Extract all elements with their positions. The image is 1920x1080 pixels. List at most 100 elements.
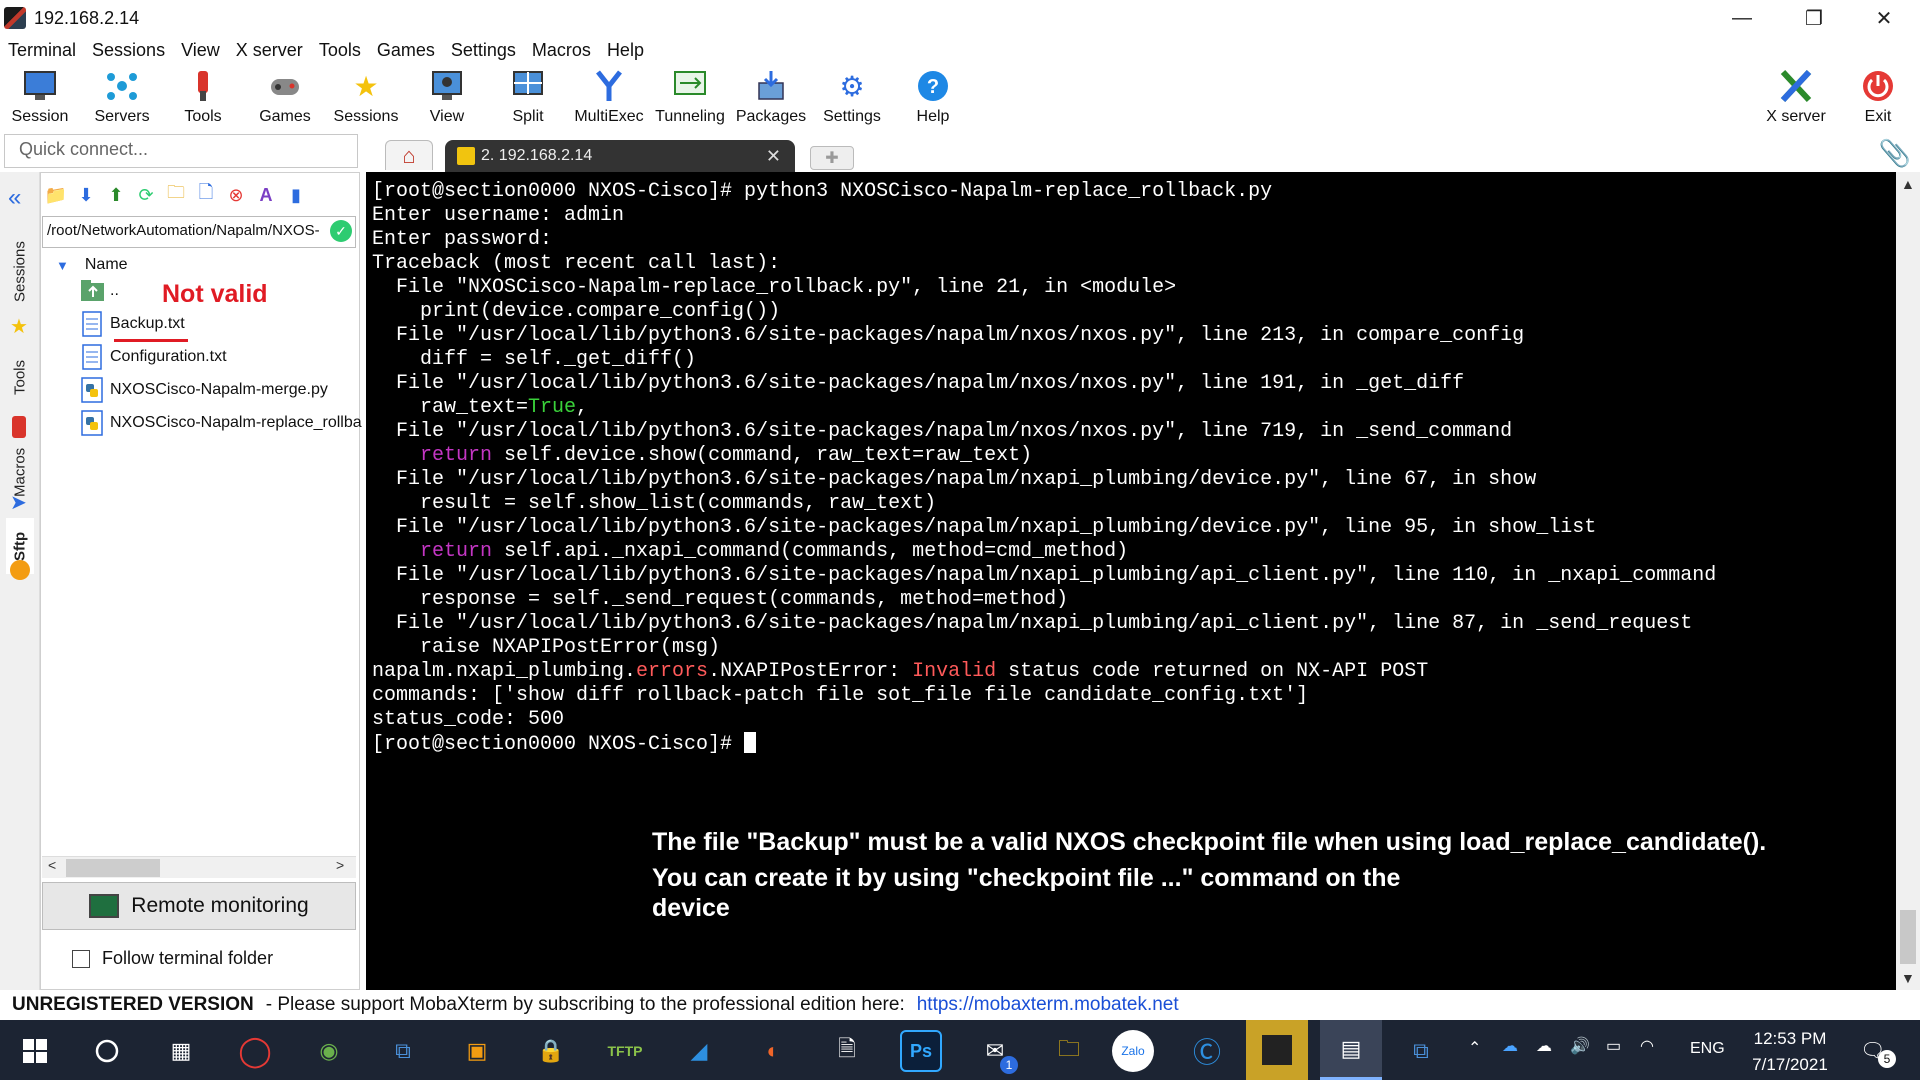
compass-icon[interactable]: ◐ [752, 1030, 794, 1072]
opera-icon[interactable]: ◯ [234, 1030, 276, 1072]
terminal-vertical-scrollbar[interactable]: ▲ ▼ [1896, 172, 1920, 990]
menu-tools[interactable]: Tools [311, 40, 369, 61]
menu-x-server[interactable]: X server [228, 40, 311, 61]
network-tool-icon[interactable]: ◉ [308, 1030, 350, 1072]
plus-icon: ✚ [825, 150, 839, 167]
tunneling-button[interactable]: Tunneling [650, 64, 730, 130]
exit-button[interactable]: Exit [1838, 64, 1918, 130]
new-file-icon[interactable]: 🗋 [194, 182, 218, 207]
scroll-right-icon[interactable]: > [336, 857, 344, 873]
new-tab-button[interactable]: ✚ [810, 146, 854, 170]
rename-icon[interactable]: A [254, 183, 278, 207]
lock-icon[interactable]: 🔒 [530, 1030, 572, 1072]
battery-icon[interactable]: ▭ [1606, 1036, 1621, 1056]
clock[interactable]: 12:53 PM 7/17/2021 [1740, 1026, 1840, 1078]
cloud-icon[interactable]: ☁ [1536, 1036, 1552, 1056]
file-item-replace-rollback-py[interactable]: NXOSCisco-Napalm-replace_rollba [80, 408, 362, 438]
column-header-name[interactable]: ▼ Name [56, 252, 128, 278]
menu-bar: Terminal Sessions View X server Tools Ga… [0, 36, 1920, 64]
menu-macros[interactable]: Macros [524, 40, 599, 61]
collapse-sidebar-icon[interactable]: « [8, 184, 21, 212]
mobaxterm-taskbar-icon[interactable]: ▤ [1320, 1020, 1382, 1080]
tab-session-2[interactable]: 2. 192.168.2.14 ✕ [445, 140, 795, 172]
chevron-up-icon[interactable]: ⌃ [1468, 1038, 1481, 1058]
zalo-icon[interactable]: Zalo [1112, 1030, 1154, 1072]
sticky-notes-icon[interactable] [1246, 1020, 1308, 1080]
menu-sessions[interactable]: Sessions [84, 40, 173, 61]
download-icon[interactable]: ⬇ [74, 183, 98, 207]
menu-view[interactable]: View [173, 40, 228, 61]
file-explorer-icon[interactable]: 🗀 [1048, 1030, 1090, 1072]
close-button[interactable]: ✕ [1854, 0, 1914, 36]
scroll-thumb[interactable] [1900, 910, 1916, 964]
language-indicator[interactable]: ENG [1690, 1040, 1725, 1058]
sftp-path-input[interactable]: /root/NetworkAutomation/Napalm/NXOS- [42, 216, 356, 248]
c-app-icon[interactable]: Ⓒ [1186, 1030, 1228, 1072]
wireshark-icon[interactable]: ◢ [678, 1030, 720, 1072]
xserver-button[interactable]: X server [1756, 64, 1836, 130]
file-item-configuration[interactable]: Configuration.txt [80, 342, 227, 372]
network-icon[interactable]: ⧉ [382, 1030, 424, 1072]
split-button[interactable]: Split [488, 64, 568, 130]
follow-terminal-folder-checkbox[interactable]: Follow terminal folder [72, 948, 273, 969]
delete-icon[interactable]: ⊗ [224, 183, 248, 207]
start-icon[interactable] [14, 1030, 56, 1072]
permissions-icon[interactable]: ▮ [284, 183, 308, 207]
home-tab[interactable]: ⌂ [385, 140, 433, 170]
checkbox[interactable] [72, 949, 90, 968]
mobatek-link[interactable]: https://mobaxterm.mobatek.net [917, 994, 1179, 1016]
new-folder-icon[interactable]: 🗀 [164, 182, 188, 207]
menu-games[interactable]: Games [369, 40, 443, 61]
side-tab-tools[interactable]: Tools [6, 342, 34, 412]
app-icon[interactable]: ▦ [160, 1030, 202, 1072]
servers-button[interactable]: Servers [82, 64, 162, 130]
path-ok-icon[interactable]: ✓ [330, 220, 352, 242]
star-icon: ★ [353, 70, 379, 102]
help-button[interactable]: ? Help [893, 64, 973, 130]
tools-button[interactable]: Tools [163, 64, 243, 130]
windows-taskbar: ▦ ◯ ◉ ⧉ ▣ 🔒 TFTP ◢ ◐ 🗎 Ps ✉ 1 🗀 Zalo Ⓒ ▤ … [0, 1020, 1920, 1080]
tab-close-icon[interactable]: ✕ [766, 146, 781, 167]
file-item-backup[interactable]: Backup.txt [80, 309, 185, 339]
menu-terminal[interactable]: Terminal [0, 40, 84, 61]
unregistered-label: UNREGISTERED VERSION [12, 994, 254, 1015]
screen-icon[interactable]: ▣ [456, 1030, 498, 1072]
paperclip-icon[interactable]: 📎 [1879, 138, 1911, 168]
wifi-icon[interactable]: ◠ [1640, 1036, 1654, 1056]
volume-icon[interactable]: 🔊 [1570, 1036, 1590, 1056]
network-manager-icon[interactable]: ⧉ [1400, 1030, 1442, 1072]
mail-icon[interactable]: ✉ 1 [974, 1030, 1018, 1074]
sftp-horizontal-scrollbar[interactable]: < > [42, 856, 356, 878]
menu-help[interactable]: Help [599, 40, 652, 61]
session-button[interactable]: Session [0, 64, 80, 130]
file-item-parent[interactable]: .. [80, 276, 119, 306]
scroll-up-icon[interactable]: ▲ [1901, 176, 1915, 192]
onedrive-icon[interactable]: ☁ [1502, 1036, 1518, 1056]
packages-button[interactable]: Packages [731, 64, 811, 130]
minimize-button[interactable]: — [1712, 0, 1772, 36]
upload-icon[interactable]: ⬆ [104, 183, 128, 207]
settings-button[interactable]: ⚙ Settings [812, 64, 892, 130]
multiexec-button[interactable]: MultiExec [569, 64, 649, 130]
scroll-left-icon[interactable]: < [48, 857, 56, 873]
menu-settings[interactable]: Settings [443, 40, 524, 61]
scroll-down-icon[interactable]: ▼ [1901, 970, 1915, 986]
remote-monitoring-button[interactable]: Remote monitoring [42, 882, 356, 930]
terminal-output[interactable]: [root@section0000 NXOS-Cisco]# python3 N… [372, 180, 1716, 757]
sessions-button[interactable]: ★ Sessions [326, 64, 406, 130]
photoshop-icon[interactable]: Ps [900, 1030, 942, 1072]
parent-folder-icon[interactable]: 📁 [44, 183, 68, 207]
refresh-icon[interactable]: ⟳ [134, 183, 158, 207]
text-file-icon [80, 343, 104, 371]
search-icon[interactable] [86, 1030, 128, 1072]
view-button[interactable]: View [407, 64, 487, 130]
maximize-button[interactable]: ❐ [1784, 0, 1844, 36]
side-tab-sessions[interactable]: Sessions [6, 232, 34, 312]
quick-connect-input[interactable]: Quick connect... [4, 134, 358, 168]
document-icon[interactable]: 🗎 [826, 1030, 868, 1072]
tftp-icon[interactable]: TFTP [604, 1030, 646, 1072]
scroll-thumb[interactable] [66, 859, 160, 877]
file-item-merge-py[interactable]: NXOSCisco-Napalm-merge.py [80, 375, 328, 405]
text-file-icon [80, 310, 104, 338]
games-button[interactable]: Games [245, 64, 325, 130]
